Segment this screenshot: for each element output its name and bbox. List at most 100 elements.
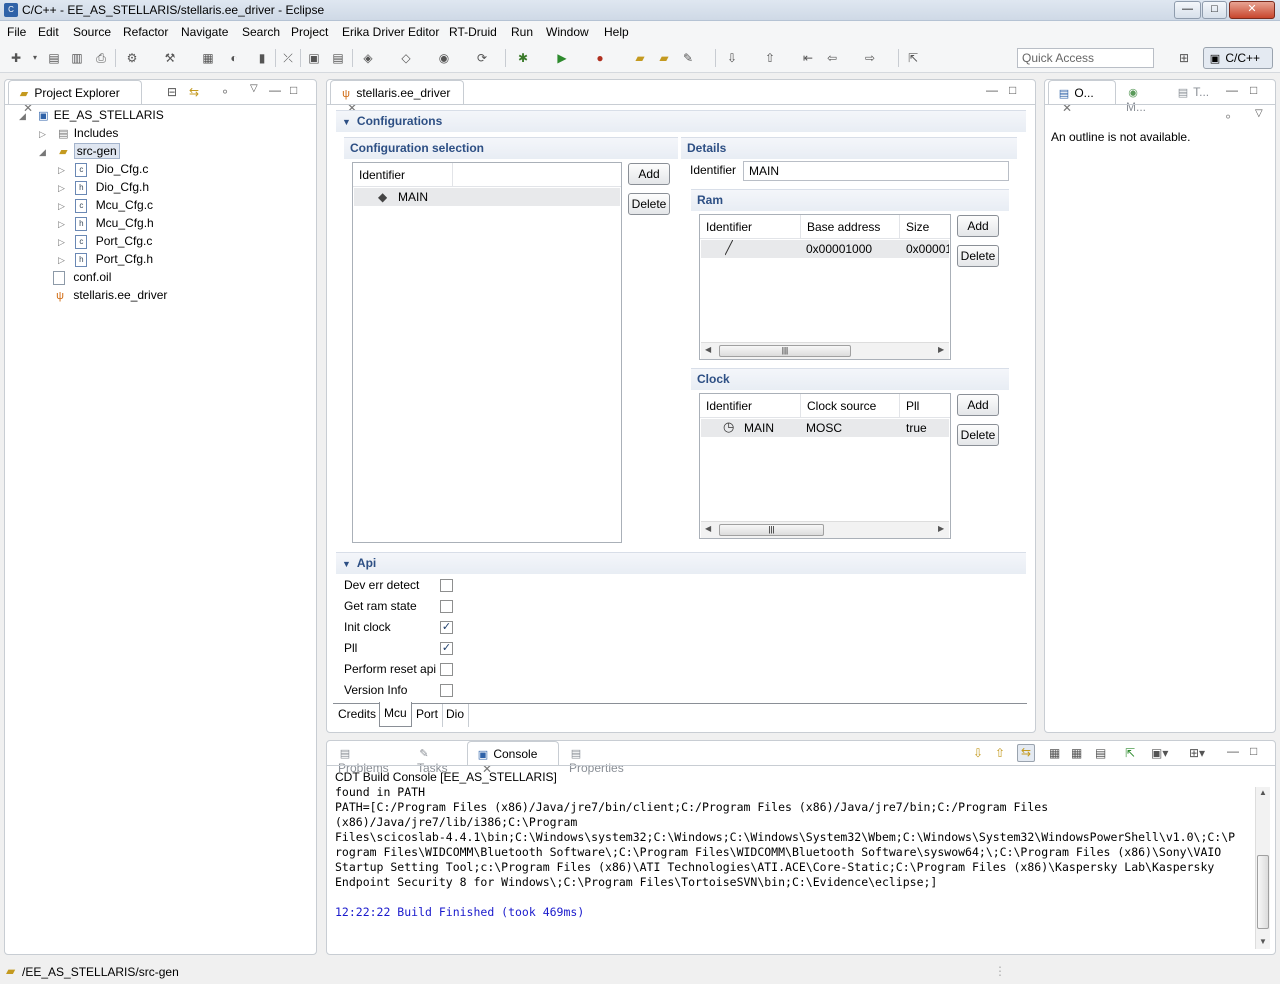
debug-icon[interactable]: ✱ xyxy=(515,50,531,66)
scroll-left-icon[interactable]: ◀ xyxy=(705,345,711,354)
tab-properties[interactable]: ▤ Properties xyxy=(561,741,643,775)
open-type-icon[interactable]: ▣ xyxy=(306,50,322,66)
config-delete-button[interactable]: Delete xyxy=(628,193,670,215)
tree-item-includes[interactable]: ▷ ▤ Includes xyxy=(39,126,118,144)
maximize-view-icon[interactable]: □ xyxy=(1250,744,1257,758)
minimize-view-icon[interactable]: — xyxy=(1226,83,1238,97)
tree-item-dio-cfg-c[interactable]: ▷ c Dio_Cfg.c xyxy=(58,162,148,180)
close-window-button[interactable]: ✕ xyxy=(1229,1,1275,19)
menu-help[interactable]: Help xyxy=(604,25,629,39)
clock-delete-button[interactable]: Delete xyxy=(957,424,999,446)
get-ram-state-checkbox[interactable] xyxy=(440,600,453,613)
refresh-icon[interactable]: ⟳ xyxy=(474,50,490,66)
scroll-right-icon[interactable]: ▶ xyxy=(938,345,944,354)
scroll-up-icon[interactable]: ▲ xyxy=(1259,788,1267,797)
tab-tasks[interactable]: ✎ Tasks xyxy=(409,741,467,775)
link-editor-icon[interactable]: ⇆ xyxy=(189,85,199,99)
prev-error-icon[interactable]: ⇧ xyxy=(995,746,1005,760)
tab-make-targets[interactable]: ◉ M... xyxy=(1118,80,1168,114)
view-menu-icon[interactable]: ▽ xyxy=(250,83,258,94)
pin-console-icon[interactable]: ⇱ xyxy=(1125,746,1135,760)
collapse-all-icon[interactable]: ⊟ xyxy=(167,85,177,99)
menu-run[interactable]: Run xyxy=(511,25,533,39)
tab-outline[interactable]: ▤ O... ✕ xyxy=(1048,80,1116,115)
scroll-thumb[interactable]: ||| xyxy=(719,524,824,536)
back-icon[interactable]: ⇦ xyxy=(824,50,840,66)
tree-item-mcu-cfg-h[interactable]: ▷ h Mcu_Cfg.h xyxy=(58,216,154,234)
editor-tab-mcu[interactable]: Mcu xyxy=(379,702,412,727)
dev-err-detect-checkbox[interactable] xyxy=(440,579,453,592)
quick-access-input[interactable]: Quick Access xyxy=(1017,48,1154,68)
filter-icon[interactable]: ⚬ xyxy=(220,85,230,99)
clock-horizontal-scrollbar[interactable]: ◀ ||| ▶ xyxy=(701,521,949,538)
open-console-icon[interactable]: ⊞▾ xyxy=(1189,746,1205,760)
word-wrap-icon[interactable]: ▤ xyxy=(1095,746,1106,760)
clock-pll-header[interactable]: Pll xyxy=(900,394,952,418)
identifier-field[interactable]: MAIN xyxy=(743,161,1009,181)
menu-search[interactable]: Search xyxy=(242,25,280,39)
perform-reset-api-checkbox[interactable] xyxy=(440,663,453,676)
ram-add-button[interactable]: Add xyxy=(957,215,999,237)
tree-item-port-cfg-h[interactable]: ▷ h Port_Cfg.h xyxy=(58,252,153,270)
minimize-view-icon[interactable]: — xyxy=(1227,744,1239,758)
forward-icon[interactable]: ⇨ xyxy=(862,50,878,66)
tab-task-list[interactable]: ▤ T... xyxy=(1168,80,1218,104)
menu-project[interactable]: Project xyxy=(291,25,328,39)
init-clock-checkbox[interactable]: ✓ xyxy=(440,621,453,634)
open-project-icon[interactable]: ▰ xyxy=(656,50,672,66)
menu-erika-driver-editor[interactable]: Erika Driver Editor xyxy=(342,25,439,39)
save-all-icon[interactable]: ▥ xyxy=(69,50,85,66)
tree-item-src-gen[interactable]: ◢ ▰ src-gen xyxy=(39,143,120,162)
ram-horizontal-scrollbar[interactable]: ◀ ||| ▶ xyxy=(701,342,949,359)
ram-identifier-header[interactable]: Identifier xyxy=(700,215,801,239)
new-folder-icon[interactable]: ◇ xyxy=(398,50,414,66)
ram-delete-button[interactable]: Delete xyxy=(957,245,999,267)
menu-source[interactable]: Source xyxy=(73,25,111,39)
skip-breakpoints-icon[interactable]: ⤫ xyxy=(280,50,296,66)
tree-item-stellaris-ee-driver[interactable]: ψ stellaris.ee_driver xyxy=(53,288,167,306)
table-row[interactable]: ◆ MAIN xyxy=(354,188,620,206)
tree-item-dio-cfg-h[interactable]: ▷ h Dio_Cfg.h xyxy=(58,180,149,198)
menu-edit[interactable]: Edit xyxy=(38,25,59,39)
maximize-view-icon[interactable]: □ xyxy=(1009,83,1016,97)
clear-console-icon[interactable]: ▦ xyxy=(1049,746,1060,760)
minimize-view-icon[interactable]: — xyxy=(269,83,281,97)
tree-item-port-cfg-c[interactable]: ▷ c Port_Cfg.c xyxy=(58,234,152,252)
clock-table[interactable]: Identifier Clock source Pll ◷ MAIN MOSC … xyxy=(699,393,951,539)
api-section-header[interactable]: ▼ Api xyxy=(336,552,1026,574)
menu-window[interactable]: Window xyxy=(546,25,589,39)
tab-project-explorer[interactable]: ▰ Project Explorer ✕ xyxy=(8,80,142,115)
open-element-icon[interactable]: ▤ xyxy=(330,50,346,66)
pll-checkbox[interactable]: ✓ xyxy=(440,642,453,655)
print-icon[interactable]: ⎙ xyxy=(93,50,109,66)
tab-problems[interactable]: ▤ Problems xyxy=(330,741,408,775)
clock-identifier-header[interactable]: Identifier xyxy=(700,394,801,418)
clock-source-header[interactable]: Clock source xyxy=(801,394,900,418)
tab-stellaris-ee-driver[interactable]: ψ stellaris.ee_driver ✕ xyxy=(330,80,464,115)
config-table[interactable]: Identifier ◆ MAIN xyxy=(352,162,622,543)
pin-icon[interactable]: ⇱ xyxy=(905,50,921,66)
version-info-checkbox[interactable] xyxy=(440,684,453,697)
run-icon[interactable]: ▶ xyxy=(554,50,570,66)
clock-add-button[interactable]: Add xyxy=(957,394,999,416)
binary-icon[interactable]: ▮ xyxy=(254,50,270,66)
menu-rt-druid[interactable]: RT-Druid xyxy=(449,25,497,39)
scroll-thumb[interactable]: ||| xyxy=(719,345,851,357)
new-icon[interactable]: ✚ xyxy=(8,50,24,66)
tree-item-mcu-cfg-c[interactable]: ▷ c Mcu_Cfg.c xyxy=(58,198,153,216)
scroll-down-icon[interactable]: ▼ xyxy=(1259,937,1267,946)
filter-icon[interactable]: ⚬ xyxy=(1223,110,1233,124)
settings-icon[interactable]: ⚙ xyxy=(124,50,140,66)
external-tools-icon[interactable]: ● xyxy=(592,50,608,66)
menu-refactor[interactable]: Refactor xyxy=(123,25,168,39)
new-dropdown-icon[interactable]: ▾ xyxy=(27,50,43,66)
save-icon[interactable]: ▤ xyxy=(46,50,62,66)
table-row[interactable]: ╱ 0x00001000 0x000010 xyxy=(701,240,949,258)
config-identifier-header[interactable]: Identifier xyxy=(353,163,453,187)
toggle-mark-icon[interactable]: ◐ xyxy=(226,50,242,66)
build-hammer-icon[interactable]: ⚒ xyxy=(162,50,178,66)
editor-tab-dio[interactable]: Dio xyxy=(442,704,470,727)
console-vertical-scrollbar[interactable]: ▲ ▼ xyxy=(1255,787,1270,949)
maximize-button[interactable]: □ xyxy=(1202,1,1227,19)
copy-console-icon[interactable]: ▦ xyxy=(1071,746,1082,760)
